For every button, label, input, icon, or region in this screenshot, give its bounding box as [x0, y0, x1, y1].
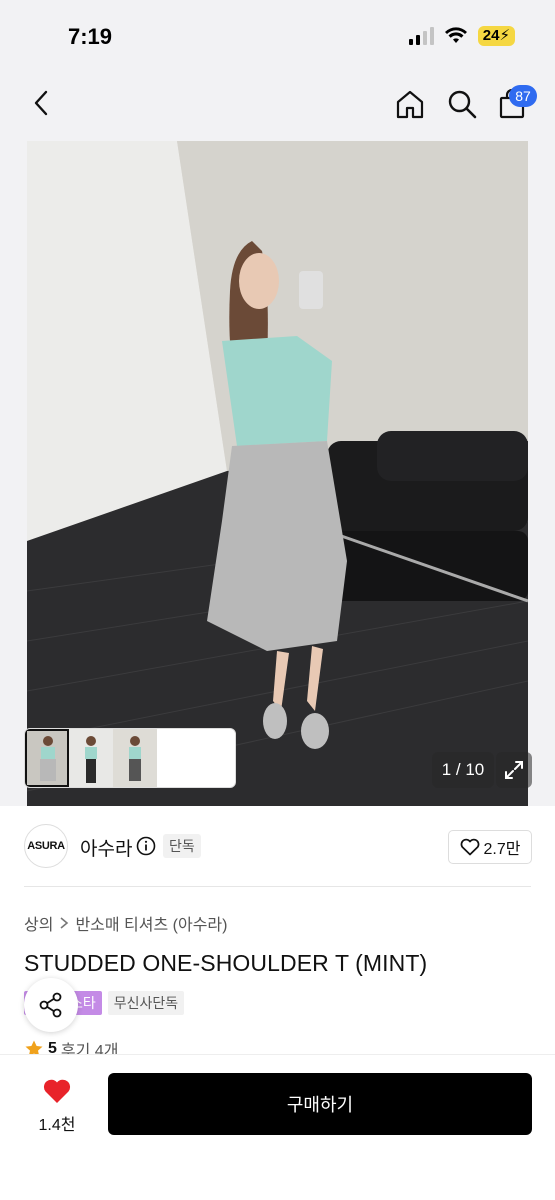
heart-filled-icon [43, 1079, 71, 1103]
cart-count-badge: 87 [509, 85, 537, 107]
battery-level: 24 [482, 27, 500, 44]
chevron-left-icon [34, 90, 48, 116]
divider [24, 886, 531, 887]
search-button[interactable] [444, 86, 480, 122]
exclusive-badge: 단독 [163, 834, 201, 858]
search-icon [448, 90, 477, 119]
product-gallery[interactable]: 1 / 10 [0, 138, 555, 806]
thumbnail-1[interactable] [25, 729, 69, 787]
status-time: 7:19 [68, 24, 113, 49]
expand-button[interactable] [496, 752, 532, 788]
brand-logo[interactable]: ASURA [24, 824, 68, 868]
home-icon [396, 90, 424, 119]
back-button[interactable] [24, 86, 58, 120]
breadcrumb-item[interactable]: 상의 [24, 911, 53, 935]
buy-button[interactable]: 구매하기 [108, 1073, 532, 1135]
share-button[interactable] [24, 978, 78, 1032]
bottom-action-bar: 1.4천 구매하기 [0, 1054, 555, 1200]
info-icon[interactable] [136, 836, 156, 856]
heart-outline-icon [460, 838, 479, 856]
status-indicators: 24⚡ [408, 26, 515, 46]
status-bar: 7:19 24⚡ [0, 0, 555, 72]
home-button[interactable] [392, 86, 428, 122]
brand-row: ASURA 아수라 단독 2.7만 [0, 806, 555, 886]
wishlist-count: 1.4천 [38, 1117, 76, 1134]
brand-like-count: 2.7만 [483, 841, 521, 858]
sofa [326, 431, 528, 603]
thumbnail-2[interactable] [69, 729, 113, 787]
wishlist-button[interactable]: 1.4천 [26, 1077, 88, 1135]
breadcrumb: 상의 반소매 티셔츠 (아수라) [24, 911, 227, 935]
thumbnail-3[interactable] [113, 729, 157, 787]
share-icon [39, 992, 62, 1018]
image-counter: 1 / 10 [432, 752, 494, 788]
musinsa-exclusive-tag: 무신사단독 [107, 991, 185, 1015]
chevron-right-icon [60, 917, 69, 929]
brand-like-button[interactable]: 2.7만 [448, 830, 532, 864]
product-title: STUDDED ONE-SHOULDER T (MINT) [24, 950, 428, 976]
breadcrumb-item[interactable]: 반소매 티셔츠 (아수라) [75, 911, 227, 935]
battery-indicator: 24⚡ [477, 26, 515, 46]
expand-icon [505, 761, 523, 779]
wifi-icon [444, 27, 467, 43]
signal-icon [408, 27, 434, 45]
top-nav: 87 [0, 72, 555, 138]
product-photo[interactable] [27, 141, 528, 806]
thumbnail-strip [24, 728, 236, 788]
brand-name[interactable]: 아수라 [80, 834, 132, 861]
